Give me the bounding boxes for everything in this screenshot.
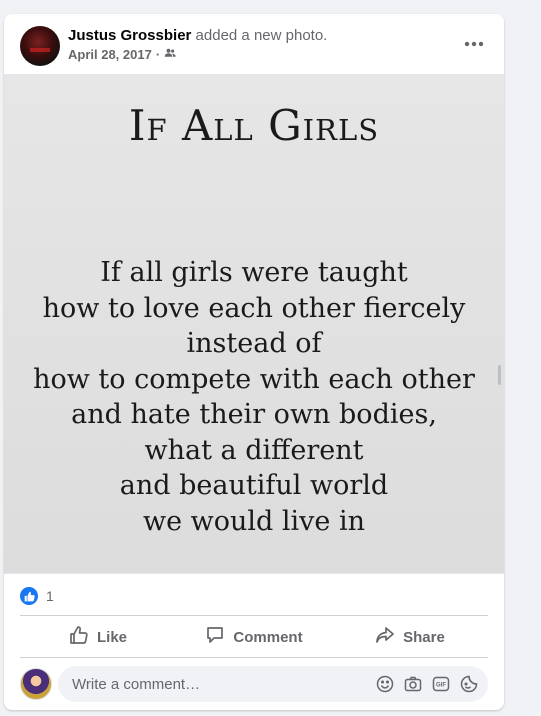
post-date[interactable]: April 28, 2017 [68, 47, 152, 62]
quote-line: how to compete with each other [33, 363, 475, 395]
divider [20, 657, 488, 658]
share-icon [375, 625, 395, 649]
more-options-icon[interactable] [458, 30, 490, 58]
divider [20, 615, 488, 616]
current-user-avatar[interactable] [20, 668, 52, 700]
like-reaction-icon [20, 587, 38, 605]
quote-line: instead of [186, 328, 322, 359]
share-button[interactable]: Share [332, 617, 488, 657]
post-card: Justus Grossbier added a new photo. Apri… [4, 14, 504, 710]
comment-input[interactable] [70, 674, 376, 694]
comment-button[interactable]: Comment [176, 617, 332, 657]
photo-title: If All Girls [128, 101, 380, 150]
post-photo[interactable]: If All Girls If all girls were taught ho… [4, 74, 504, 574]
comment-composer: GIF [20, 666, 488, 702]
post-title-line: Justus Grossbier added a new photo. [68, 27, 327, 44]
share-label: Share [403, 628, 445, 646]
quote-line: If all girls were taught [100, 257, 408, 288]
sticker-icon[interactable] [460, 675, 478, 693]
quote-line: we would live in [142, 505, 366, 537]
camera-icon[interactable] [404, 675, 422, 693]
post-action-text: added a new photo. [191, 27, 328, 44]
post-header: Justus Grossbier added a new photo. Apri… [4, 14, 504, 74]
friends-icon[interactable] [164, 47, 176, 62]
svg-text:GIF: GIF [436, 683, 446, 689]
author-avatar[interactable] [20, 26, 60, 66]
author-name[interactable]: Justus Grossbier [68, 27, 191, 44]
thumbs-up-icon [69, 625, 89, 649]
post-actions: Like Comment Share [20, 617, 488, 657]
reaction-count: 1 [46, 588, 54, 604]
comment-label: Comment [233, 628, 303, 646]
reaction-summary[interactable]: 1 [20, 586, 54, 606]
post-meta: April 28, 2017 · [68, 47, 176, 62]
comment-tools: GIF [376, 675, 478, 693]
gif-icon[interactable]: GIF [432, 675, 450, 693]
scrollbar-thumb[interactable] [498, 365, 501, 385]
comment-icon [205, 625, 225, 649]
quote-line: how to love each other fiercely [42, 292, 466, 324]
comment-box[interactable]: GIF [58, 666, 488, 702]
quote-line: what a different [144, 434, 364, 466]
like-button[interactable]: Like [20, 617, 176, 657]
like-label: Like [96, 628, 127, 646]
quote-line: and hate their own bodies, [71, 399, 437, 430]
emoji-icon[interactable] [376, 675, 394, 693]
quote-line: and beautiful world [119, 470, 389, 501]
meta-separator: · [155, 47, 161, 62]
photo-quote: If all girls were taught how to love eac… [4, 255, 504, 539]
